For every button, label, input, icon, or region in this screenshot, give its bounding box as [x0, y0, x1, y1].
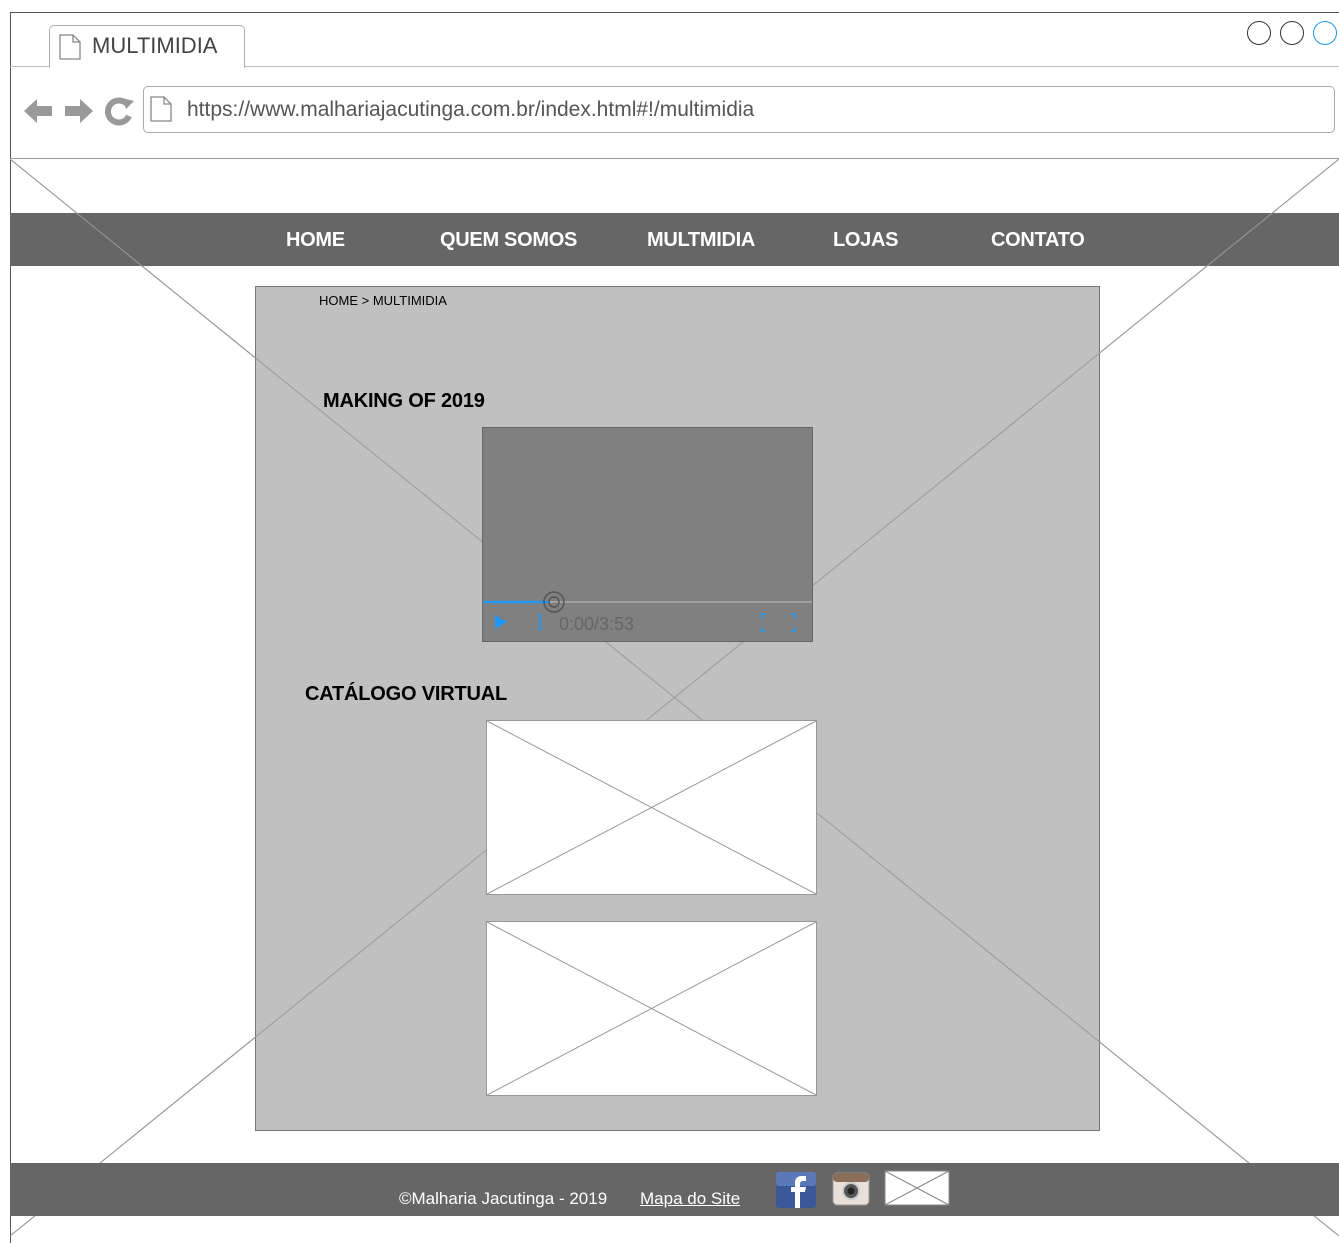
back-icon[interactable] — [24, 99, 52, 123]
sitemap-link[interactable]: Mapa do Site — [640, 1189, 740, 1209]
section-title-making-of: MAKING OF 2019 — [323, 390, 485, 412]
footer-copyright: ©Malharia Jacutinga - 2019 — [399, 1189, 608, 1208]
image-placeholder-icon — [486, 720, 817, 895]
facebook-icon[interactable] — [776, 1172, 816, 1208]
video-player[interactable]: 0:00/3:53 — [482, 427, 813, 642]
document-icon — [150, 96, 172, 122]
email-icon[interactable] — [884, 1170, 950, 1206]
forward-icon[interactable] — [65, 99, 93, 123]
fullscreen-icon[interactable] — [761, 613, 796, 632]
tab-title: MULTIMIDIA — [92, 33, 218, 58]
image-placeholder-icon — [486, 921, 817, 1096]
breadcrumb: HOME > MULTIMIDIA — [319, 293, 447, 308]
window-circle-icon[interactable] — [1247, 21, 1271, 45]
play-icon[interactable] — [495, 615, 507, 629]
reload-icon[interactable] — [104, 97, 134, 126]
section-title-catalogo: CATÁLOGO VIRTUAL — [305, 683, 507, 705]
browser-nav-controls — [24, 97, 134, 126]
url-text[interactable]: https://www.malhariajacutinga.com.br/ind… — [187, 98, 754, 122]
catalog-image-placeholder[interactable] — [486, 921, 817, 1096]
catalog-image-placeholder[interactable] — [486, 720, 817, 895]
window-circle-icon[interactable] — [1313, 21, 1337, 45]
video-controls: 0:00/3:53 — [483, 591, 812, 634]
video-time: 0:00/3:53 — [559, 614, 634, 634]
instagram-icon[interactable] — [832, 1172, 870, 1206]
window-circle-icon[interactable] — [1280, 21, 1304, 45]
document-icon — [59, 34, 81, 60]
